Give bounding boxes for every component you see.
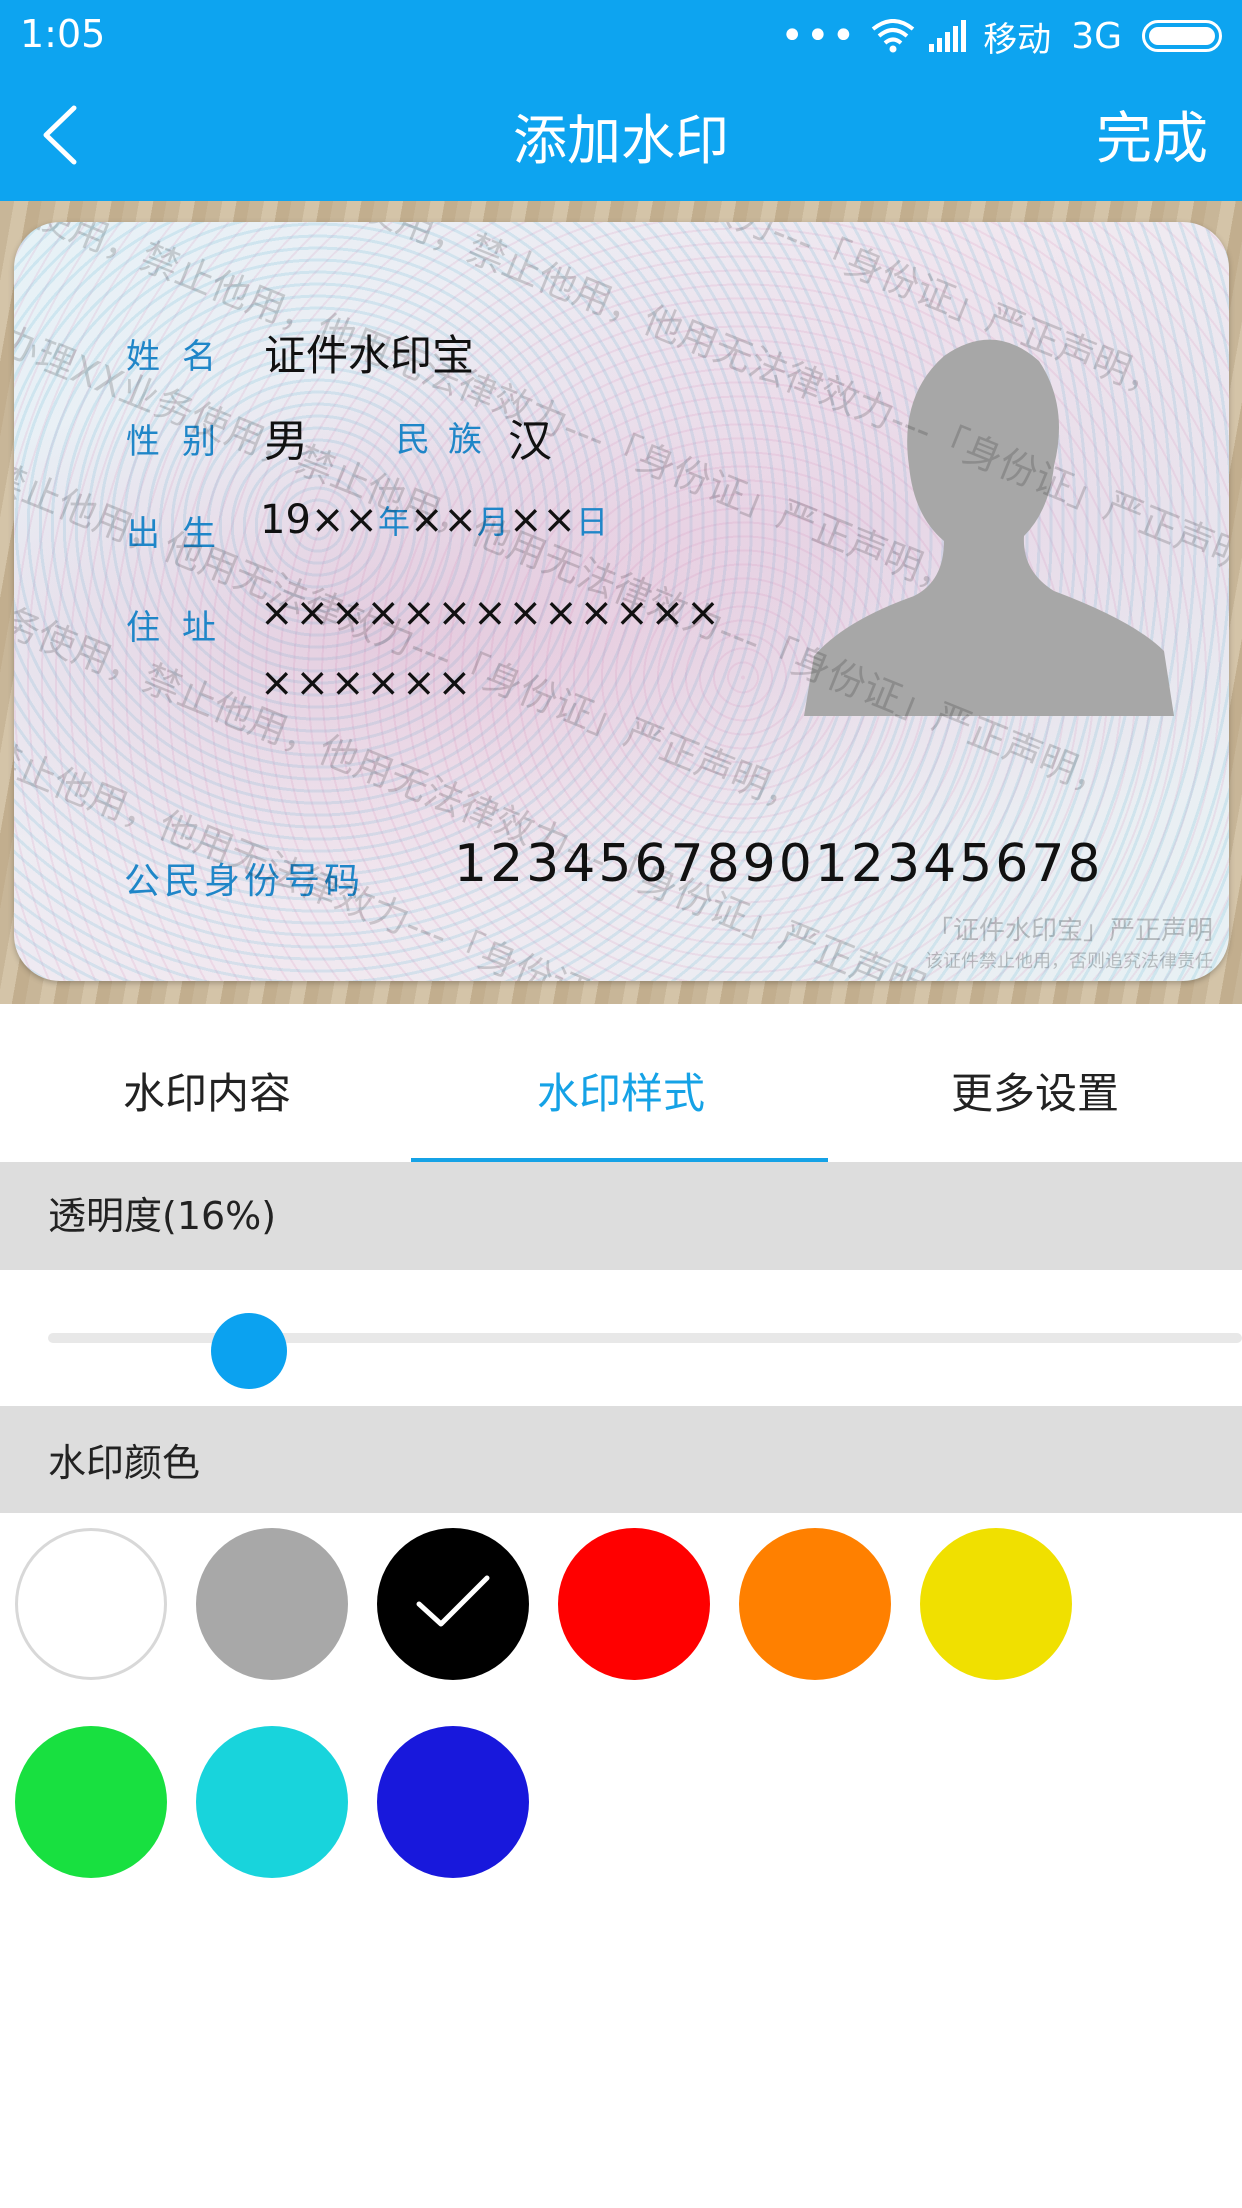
opacity-label: 透明度(16%) bbox=[0, 1162, 1242, 1270]
address-label: 住址 bbox=[126, 608, 238, 648]
address-line-1: ××××××××××××× bbox=[260, 590, 722, 636]
page-title: 添加水印 bbox=[513, 109, 729, 172]
id-number-value: 12345678901234567​8 bbox=[454, 834, 1104, 894]
opacity-slider-row bbox=[0, 1270, 1242, 1406]
tab-watermark-style[interactable]: 水印样式 bbox=[414, 1004, 828, 1162]
birth-month-unit: 月 bbox=[476, 503, 509, 541]
color-swatch-gray[interactable] bbox=[196, 1528, 348, 1680]
watermark-color-label: 水印颜色 bbox=[0, 1406, 1242, 1513]
tab-more-settings[interactable]: 更多设置 bbox=[828, 1004, 1242, 1162]
color-swatch-yellow[interactable] bbox=[920, 1528, 1072, 1680]
status-indicators: ••• 移动 3G bbox=[780, 10, 1222, 62]
address-line-2: ×××××× bbox=[260, 660, 474, 706]
birth-day: ×× bbox=[509, 497, 577, 543]
color-swatch-grid bbox=[0, 1513, 1242, 1913]
status-time: 1:05 bbox=[20, 12, 106, 56]
birth-year-unit: 年 bbox=[377, 503, 410, 541]
more-dots-icon: ••• bbox=[780, 13, 858, 59]
birth-date: 19××年××月××日 bbox=[260, 497, 608, 543]
tab-watermark-content[interactable]: 水印内容 bbox=[0, 1004, 414, 1162]
color-swatch-green[interactable] bbox=[15, 1726, 167, 1878]
title-bar: 添加水印 完成 bbox=[0, 72, 1242, 201]
birth-day-unit: 日 bbox=[576, 503, 609, 541]
color-swatch-white[interactable] bbox=[15, 1528, 167, 1680]
birth-label: 出生 bbox=[126, 514, 238, 554]
wifi-icon bbox=[871, 19, 915, 53]
watermark-seal: 「证件水印宝」严正声明 该证件禁止他用，否则追究法律责任 bbox=[925, 910, 1213, 973]
color-swatch-black[interactable] bbox=[377, 1528, 529, 1680]
name-value: 证件水印宝 bbox=[264, 331, 475, 380]
ethnicity-label: 民族 bbox=[396, 420, 500, 460]
top-bar: 1:05 ••• 移动 3G 添加水印 完成 bbox=[0, 0, 1242, 201]
checkmark-icon bbox=[416, 1575, 490, 1627]
id-number-label: 公民身份号码 bbox=[124, 861, 365, 902]
network-type: 3G bbox=[1071, 15, 1122, 57]
color-swatch-orange[interactable] bbox=[739, 1528, 891, 1680]
battery-icon bbox=[1142, 20, 1222, 52]
tab-bar: 水印内容 水印样式 更多设置 bbox=[0, 1004, 1242, 1164]
color-swatch-cyan[interactable] bbox=[196, 1726, 348, 1878]
done-button[interactable]: 完成 bbox=[1096, 94, 1208, 175]
color-swatch-red[interactable] bbox=[558, 1528, 710, 1680]
seal-title: 「证件水印宝」严正声明 bbox=[926, 916, 1213, 946]
name-label: 姓名 bbox=[126, 337, 238, 377]
status-bar: 1:05 ••• 移动 3G bbox=[0, 0, 1242, 72]
color-swatch-blue[interactable] bbox=[377, 1726, 529, 1878]
seal-subtitle: 该证件禁止他用，否则追究法律责任 bbox=[925, 951, 1213, 972]
portrait-silhouette bbox=[804, 339, 1174, 716]
opacity-slider-handle[interactable] bbox=[211, 1313, 288, 1389]
image-preview: 姓名 证件水印宝 性别 男 民族 汉 出生 19××年××月××日 住址 ×××… bbox=[0, 201, 1242, 1004]
id-card: 姓名 证件水印宝 性别 男 民族 汉 出生 19××年××月××日 住址 ×××… bbox=[14, 222, 1229, 981]
signal-icon bbox=[929, 20, 967, 52]
gender-label: 性别 bbox=[126, 422, 238, 462]
gender-value: 男 bbox=[264, 416, 308, 467]
birth-year: 19×× bbox=[260, 497, 378, 543]
birth-month: ×× bbox=[409, 497, 477, 543]
carrier-name: 移动 bbox=[983, 19, 1052, 60]
ethnicity-value: 汉 bbox=[508, 416, 552, 467]
